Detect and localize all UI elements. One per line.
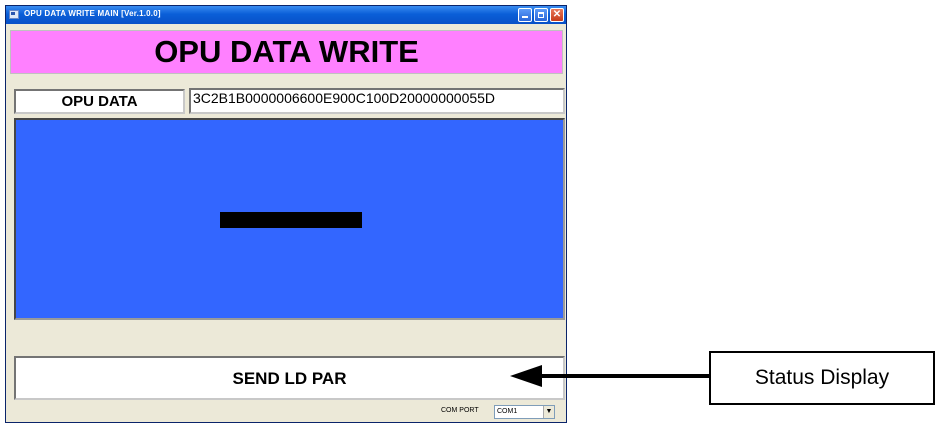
header-banner: OPU DATA WRITE — [10, 30, 563, 74]
status-display-callout: Status Display — [709, 351, 935, 405]
minimize-button[interactable] — [518, 8, 532, 22]
com-port-select[interactable]: COM1 ▼ — [494, 405, 555, 419]
status-display: SEND LD PAR — [14, 356, 565, 400]
status-text: SEND LD PAR — [232, 369, 347, 388]
title-bar[interactable]: OPU DATA WRITE MAIN [Ver.1.0.0] ✕ — [6, 6, 566, 24]
callout-arrow-line — [540, 374, 710, 378]
chevron-down-icon[interactable]: ▼ — [543, 406, 554, 418]
com-port-value: COM1 — [497, 408, 518, 415]
opu-data-field[interactable]: 3C2B1B0000006600E900C100D20000000055D — [189, 88, 565, 114]
window-title: OPU DATA WRITE MAIN [Ver.1.0.0] — [24, 9, 161, 18]
page-title: OPU DATA WRITE — [154, 34, 419, 69]
main-window: OPU DATA WRITE MAIN [Ver.1.0.0] ✕ OPU DA… — [5, 5, 567, 423]
opu-data-label: OPU DATA — [14, 89, 185, 114]
arrow-left-icon — [510, 365, 542, 387]
opu-data-value: 3C2B1B0000006600E900C100D20000000055D — [193, 90, 496, 106]
close-button[interactable]: ✕ — [550, 8, 564, 22]
maximize-button[interactable] — [534, 8, 548, 22]
com-port-label: COM PORT — [441, 407, 479, 414]
display-panel — [14, 118, 565, 320]
progress-bar — [220, 212, 362, 228]
app-icon — [9, 10, 19, 19]
